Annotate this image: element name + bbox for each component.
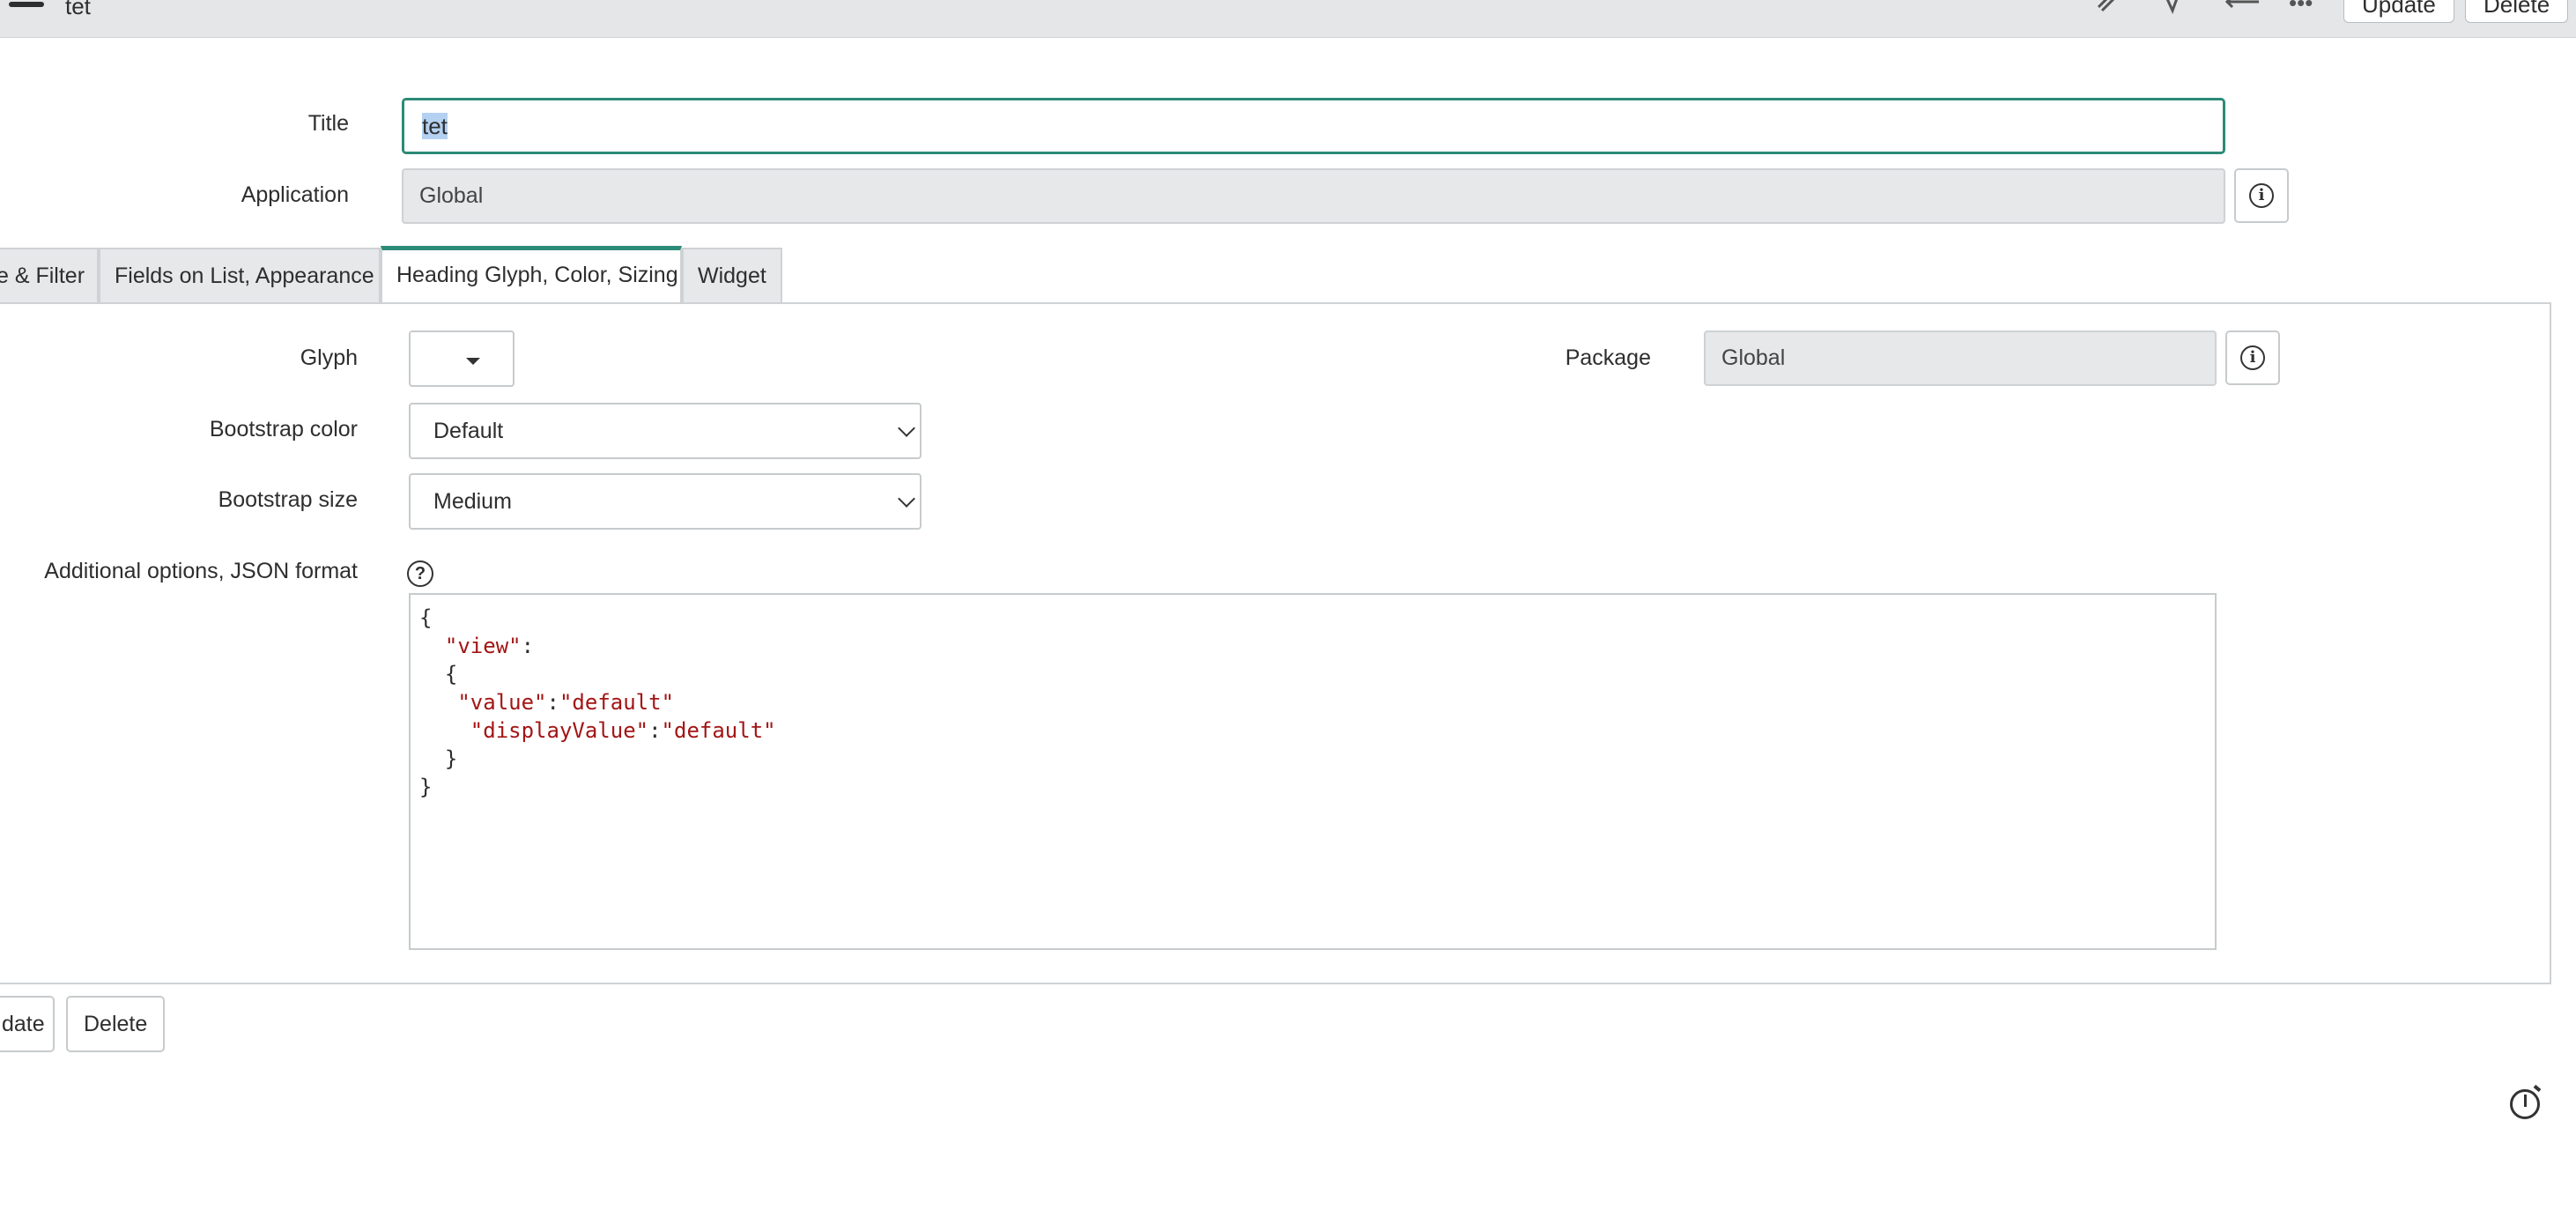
tab-heading-glyph[interactable]: Heading Glyph, Color, Sizing [381, 246, 682, 302]
application-info-button[interactable]: i [2234, 168, 2289, 223]
package-field: Global [1704, 330, 2217, 386]
tab-filter[interactable]: e & Filter [0, 248, 99, 302]
bootstrap-color-label: Bootstrap color [209, 417, 358, 442]
bootstrap-color-value: Default [433, 419, 504, 443]
chevron-down-icon [898, 490, 915, 508]
attachment-icon[interactable] [2093, 0, 2125, 18]
bootstrap-size-select[interactable]: Medium [409, 473, 922, 530]
help-icon[interactable]: ? [407, 560, 433, 587]
json-line: { [444, 662, 458, 687]
settings-icon[interactable] [2224, 0, 2259, 18]
timer-icon[interactable] [2510, 1084, 2542, 1119]
form-header [0, 0, 2576, 38]
title-input[interactable]: tet [402, 98, 2225, 154]
json-options-editor[interactable]: { "view": { "value":"default" "displayVa… [409, 593, 2217, 950]
tab-fields-on-list[interactable]: Fields on List, Appearance [99, 248, 381, 302]
bootstrap-size-label: Bootstrap size [218, 487, 358, 512]
bootstrap-color-select[interactable]: Default [409, 403, 922, 459]
footer-update-button[interactable]: date [0, 996, 55, 1052]
json-line: { [419, 605, 433, 630]
activity-icon[interactable] [2157, 0, 2188, 18]
header-delete-button[interactable]: Delete [2465, 0, 2569, 23]
title-label: Title [307, 111, 349, 136]
info-icon: i [2240, 345, 2265, 370]
json-line: } [419, 775, 433, 799]
chevron-down-icon [898, 419, 915, 437]
package-info-button[interactable]: i [2225, 330, 2280, 385]
glyph-picker-button[interactable] [409, 330, 514, 387]
title-value: tet [422, 113, 448, 139]
menu-icon[interactable] [9, 2, 44, 7]
tab-widget[interactable]: Widget [682, 248, 782, 302]
glyph-label: Glyph [300, 345, 358, 370]
json-options-label: Additional options, JSON format [44, 559, 358, 583]
application-field: Global [402, 168, 2225, 224]
form-title: tet [65, 0, 91, 19]
more-options-icon[interactable]: ••• [2289, 0, 2313, 17]
application-label: Application [241, 182, 349, 207]
json-line: "displayValue":"default" [470, 718, 776, 743]
package-label: Package [1565, 345, 1651, 370]
json-line: "value":"default" [457, 690, 675, 715]
json-line: "view": [444, 634, 535, 658]
footer-delete-button[interactable]: Delete [66, 996, 166, 1052]
bootstrap-size-value: Medium [433, 489, 512, 514]
json-line: } [444, 746, 458, 771]
info-icon: i [2249, 183, 2274, 208]
header-update-button[interactable]: Update [2343, 0, 2454, 23]
caret-down-icon [466, 358, 480, 365]
